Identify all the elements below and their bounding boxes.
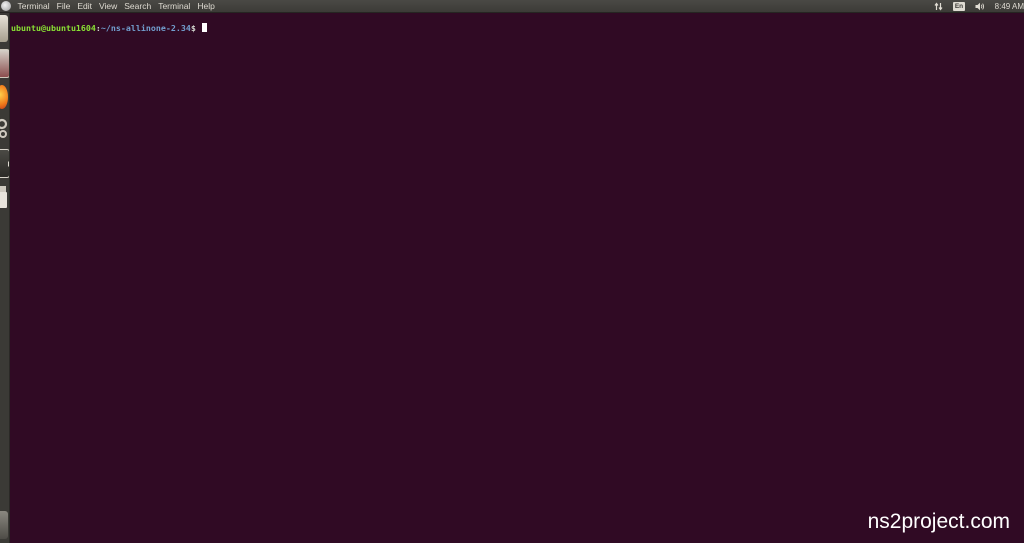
network-arrows-icon[interactable] xyxy=(934,2,943,11)
firefox-icon[interactable] xyxy=(0,85,8,109)
dash-button-icon[interactable] xyxy=(1,1,11,11)
files-icon[interactable] xyxy=(0,15,8,42)
menu-bar: Terminal File Edit View Search Terminal … xyxy=(14,0,218,13)
prompt-symbol: $ xyxy=(190,23,201,33)
menu-view[interactable]: View xyxy=(95,0,120,13)
terminal-window[interactable]: ubuntu@ubuntu1604:~/ns-allinone-2.34$ xyxy=(10,13,1024,543)
menu-edit[interactable]: Edit xyxy=(74,0,96,13)
launcher xyxy=(0,13,10,543)
settings-icon[interactable] xyxy=(0,115,8,142)
top-panel: Terminal File Edit View Search Terminal … xyxy=(0,0,1024,13)
command-prompt[interactable]: ubuntu@ubuntu1604:~/ns-allinone-2.34$ xyxy=(11,23,207,34)
text-cursor xyxy=(201,23,207,32)
menu-terminal[interactable]: Terminal xyxy=(155,0,194,13)
menu-app-terminal[interactable]: Terminal xyxy=(14,0,53,13)
prompt-path: ~/ns-allinone-2.34 xyxy=(100,23,191,33)
watermark: ns2project.com xyxy=(867,510,1010,533)
keyboard-layout-indicator[interactable]: En xyxy=(953,2,965,11)
speaker-icon[interactable] xyxy=(975,2,985,11)
menu-search[interactable]: Search xyxy=(121,0,155,13)
clock[interactable]: 8:49 AM xyxy=(995,0,1024,13)
desktop-screen: Terminal File Edit View Search Terminal … xyxy=(0,0,1024,543)
usb-drive-icon[interactable] xyxy=(0,183,8,210)
terminal-small-icon[interactable] xyxy=(0,49,9,78)
menu-help[interactable]: Help xyxy=(194,0,218,13)
indicator-area: En 8:49 AM xyxy=(924,0,1024,13)
menu-file[interactable]: File xyxy=(53,0,74,13)
trash-icon[interactable] xyxy=(0,511,8,539)
prompt-user-host: ubuntu@ubuntu1604 xyxy=(11,23,96,33)
